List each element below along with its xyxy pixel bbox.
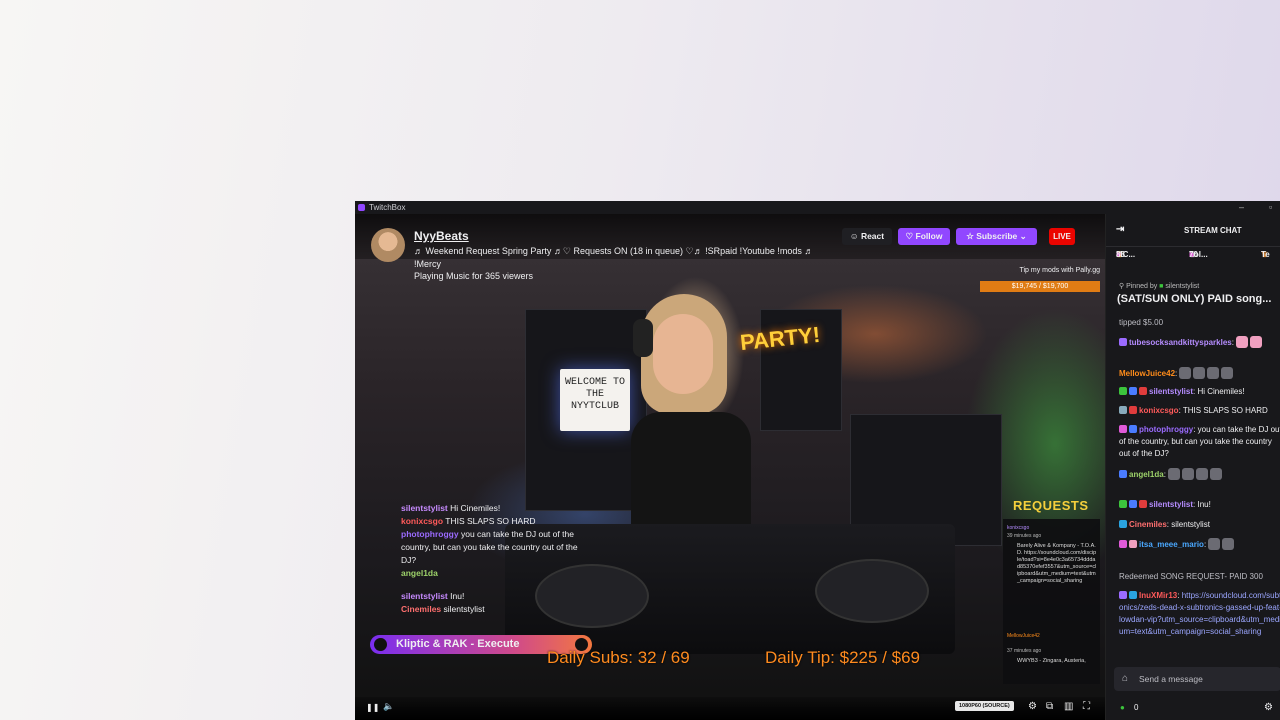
- chat-message: InuXMir13: https://soundcloud.com/subtro…: [1119, 591, 1280, 636]
- react-button[interactable]: ☺ React: [842, 228, 892, 245]
- now-playing-track: Kliptic & RAK - Execute: [396, 638, 520, 650]
- tip-goal-bar: $19,745 / $19,700: [980, 281, 1100, 292]
- chat-message: silentstylist: Inu!: [1119, 499, 1280, 511]
- title-bar: TwitchBox – ▫: [355, 201, 1280, 214]
- stream-title: ♬ Weekend Request Spring Party ♬♡ Reques…: [414, 246, 814, 269]
- pinned-by: ⚲ Pinned by ■ silentstylist: [1119, 283, 1200, 290]
- chat-message: angel1da:: [1119, 468, 1280, 481]
- channel-avatar[interactable]: [371, 228, 405, 262]
- overlay-chat-line: angel1da: [401, 568, 438, 578]
- heart-icon: ♡: [905, 231, 916, 241]
- theatre-mode-button[interactable]: ▥: [1064, 701, 1073, 712]
- daily-tip: Daily Tip: $225 / $69: [765, 648, 920, 667]
- request-time: 37 minutes ago: [1007, 648, 1042, 654]
- chat-settings-icon[interactable]: ⚙: [1264, 702, 1273, 713]
- request-text: WWYB3 - Zingara, Austeria,: [1017, 658, 1086, 664]
- chat-header: ⇥ STREAM CHAT: [1106, 214, 1280, 247]
- pinned-message[interactable]: ⚲ Pinned by ■ silentstylist (SAT/SUN ONL…: [1106, 276, 1280, 316]
- request-user: MellowJuice42: [1007, 633, 1040, 639]
- fullscreen-button[interactable]: ⛶: [1083, 701, 1090, 712]
- request-panel: konixcsgo 39 minutes ago Barely Alive & …: [1003, 519, 1100, 684]
- request-text: Barely Alive & Kompany - T.O.A.D. https:…: [1017, 543, 1097, 584]
- settings-button[interactable]: ⚙: [1028, 701, 1037, 712]
- chat-message: Redeemed SONG REQUEST- PAID 300: [1119, 572, 1263, 581]
- chat-title: STREAM CHAT: [1184, 226, 1242, 235]
- maximize-button[interactable]: ▫: [1269, 202, 1272, 212]
- requests-label: REQUESTS: [1013, 498, 1089, 513]
- chat-message: photophroggy: you can take the DJ out of…: [1119, 425, 1280, 458]
- chat-message: tipped $5.00: [1119, 318, 1164, 327]
- channel-points: 0: [1134, 703, 1139, 712]
- minimize-button[interactable]: –: [1239, 202, 1244, 212]
- chat-message: Cinemiles: silentstylist: [1119, 519, 1280, 531]
- volume-button[interactable]: 🔈: [383, 701, 394, 712]
- daily-subs: Daily Subs: 32 / 69: [547, 648, 690, 667]
- collapse-chat-icon[interactable]: ⇥: [1116, 224, 1124, 235]
- chevron-down-icon: ⌄: [1017, 231, 1027, 241]
- overlay-chat-line: photophroggy you can take the DJ out of …: [401, 529, 578, 565]
- pinned-text: (SAT/SUN ONLY) PAID song...: [1117, 293, 1272, 305]
- chat-input[interactable]: ⌂ Send a message: [1114, 667, 1280, 691]
- live-badge: LIVE: [1049, 228, 1075, 245]
- follow-button[interactable]: ♡ Follow: [898, 228, 950, 245]
- overlay-chat-line: Cinemiles silentstylist: [401, 604, 485, 614]
- chat-message: konixcsgo: THIS SLAPS SO HARD: [1119, 405, 1280, 417]
- video-player[interactable]: WELCOME TO THE NYYTCLUB PARTY! Tip my mo…: [355, 214, 1105, 707]
- player-controls: ❚❚ 🔈 1080P60 (SOURCE) ⚙ ⧉ ▥ ⛶: [355, 697, 1105, 720]
- app-icon: [358, 204, 365, 211]
- chat-panel: ⇥ STREAM CHAT ♛ MC... ■ 88 ♛ hol... ■ 70…: [1105, 214, 1280, 720]
- request-time: 39 minutes ago: [1007, 533, 1042, 539]
- request-user: konixcsgo: [1007, 525, 1030, 531]
- chat-message: MellowJuice42:: [1119, 367, 1280, 380]
- channel-points-icon[interactable]: ●: [1120, 703, 1125, 712]
- vinyl-icon: [374, 638, 387, 651]
- overlay-chat-line: silentstylist Hi Cinemiles!: [401, 503, 501, 513]
- tip-goal: Tip my mods with Pally.gg $19,745 / $19,…: [980, 267, 1100, 292]
- overlay-chat-line: konixcsgo THIS SLAPS SO HARD: [401, 516, 536, 526]
- react-icon: ☺: [849, 231, 861, 241]
- chat-footer: ● 0 ⚙: [1106, 697, 1280, 719]
- viewer-count: Playing Music for 365 viewers: [414, 271, 534, 281]
- tip-label: Tip my mods with Pally.gg: [1019, 267, 1100, 274]
- welcome-lightbox: WELCOME TO THE NYYTCLUB: [560, 369, 630, 431]
- chat-message: tubesocksandkittysparkles:: [1119, 336, 1280, 349]
- subscribe-button[interactable]: ☆ Subscribe ⌄: [956, 228, 1037, 245]
- chat-icon: ⌂: [1122, 673, 1129, 684]
- chat-message: itsa_meee_mario:: [1119, 538, 1280, 551]
- star-icon: ☆: [966, 231, 977, 241]
- overlay-chat: silentstylist Hi Cinemiles! konixcsgo TH…: [385, 502, 591, 616]
- pause-button[interactable]: ❚❚: [366, 703, 379, 712]
- quality-badge[interactable]: 1080P60 (SOURCE): [955, 701, 1014, 711]
- app-window: TwitchBox – ▫ WELCOME TO THE NYYTCLUB PA…: [355, 201, 1280, 720]
- overlay-chat-line: silentstylist Inu!: [401, 591, 465, 601]
- chat-message: silentstylist: Hi Cinemiles!: [1119, 386, 1280, 398]
- chat-input-placeholder: Send a message: [1139, 674, 1203, 684]
- app-title: TwitchBox: [369, 203, 406, 212]
- clip-button[interactable]: ⧉: [1046, 701, 1053, 712]
- channel-name[interactable]: NyyBeats: [414, 229, 469, 243]
